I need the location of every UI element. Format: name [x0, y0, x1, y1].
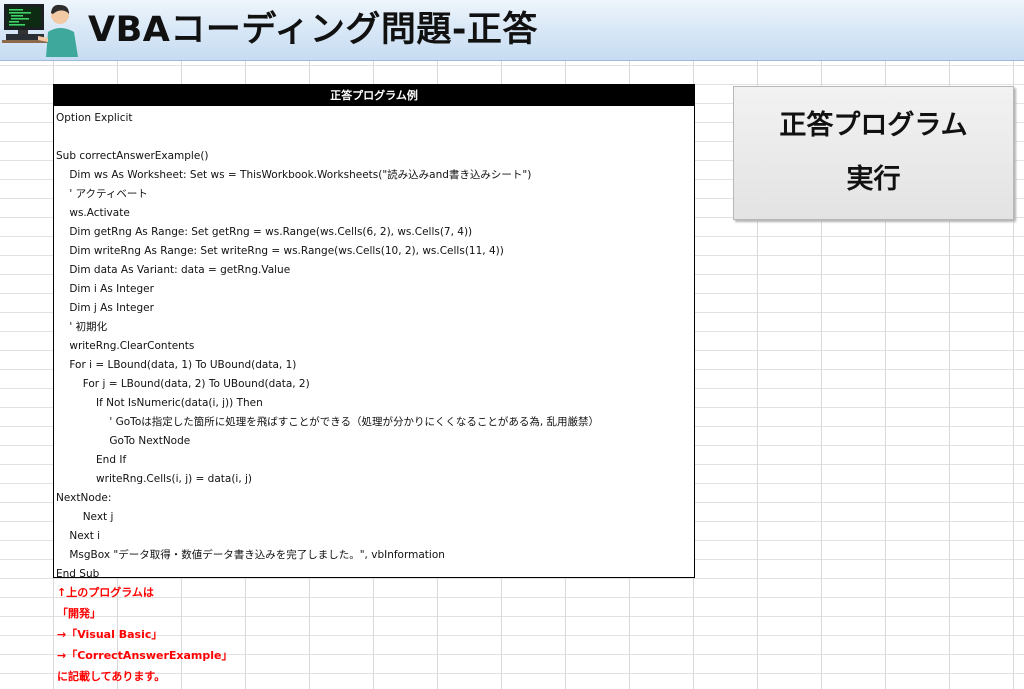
code-line: MsgBox "データ取得・数値データ書き込みを完了しました。", vbInfo… — [56, 549, 445, 561]
code-line: GoTo NextNode — [56, 435, 191, 447]
note-line: ↑上のプログラムは — [57, 586, 154, 599]
note-line: 「開発」 — [57, 607, 101, 620]
code-line: Dim i As Integer — [56, 283, 154, 295]
note-line: →「Visual Basic」 — [57, 628, 163, 641]
code-line: If Not IsNumeric(data(i, j)) Then — [56, 397, 263, 409]
code-line: Dim writeRng As Range: Set writeRng = ws… — [56, 245, 504, 257]
code-line: ws.Activate — [56, 207, 130, 219]
run-button-label-line2: 実行 — [846, 164, 901, 195]
instruction-notes: ↑上のプログラムは 「開発」 →「Visual Basic」 →「Correct… — [57, 582, 457, 687]
code-line: ' GoToは指定した箇所に処理を飛ばすことができる（処理が分かりにくくなること… — [56, 416, 599, 428]
code-line: ' 初期化 — [56, 321, 108, 333]
note-line: →「CorrectAnswerExample」 — [57, 649, 233, 662]
code-line: NextNode: — [56, 492, 112, 504]
code-line: Option Explicit — [56, 112, 133, 124]
run-answer-program-button[interactable]: 正答プログラム 実行 — [733, 86, 1014, 220]
code-line: Dim data As Variant: data = getRng.Value — [56, 264, 291, 276]
run-button-label-line1: 正答プログラム — [779, 110, 968, 141]
page-header: VBAコーディング問題-正答 — [0, 0, 1024, 61]
code-line: Next j — [56, 511, 114, 523]
code-line: Dim ws As Worksheet: Set ws = ThisWorkbo… — [56, 169, 532, 181]
code-panel-title: 正答プログラム例 — [54, 85, 694, 106]
code-line: Sub correctAnswerExample() — [56, 150, 209, 162]
code-line: End If — [56, 454, 127, 466]
code-line: For i = LBound(data, 1) To UBound(data, … — [56, 359, 297, 371]
code-line: Dim getRng As Range: Set getRng = ws.Ran… — [56, 226, 473, 238]
code-line: ' アクティベート — [56, 188, 148, 200]
code-line: Next i — [56, 530, 101, 542]
code-line: writeRng.ClearContents — [56, 340, 195, 352]
code-line: For j = LBound(data, 2) To UBound(data, … — [56, 378, 310, 390]
page-title: VBAコーディング問題-正答 — [88, 10, 538, 50]
code-panel: 正答プログラム例 Option Explicit Sub correctAnsw… — [53, 84, 695, 580]
code-line: Dim j As Integer — [56, 302, 154, 314]
code-listing: Option Explicit Sub correctAnswerExample… — [54, 106, 694, 584]
programmer-at-computer-icon — [2, 4, 78, 57]
code-line: writeRng.Cells(i, j) = data(i, j) — [56, 473, 253, 485]
note-line: に記載してあります。 — [57, 670, 166, 683]
